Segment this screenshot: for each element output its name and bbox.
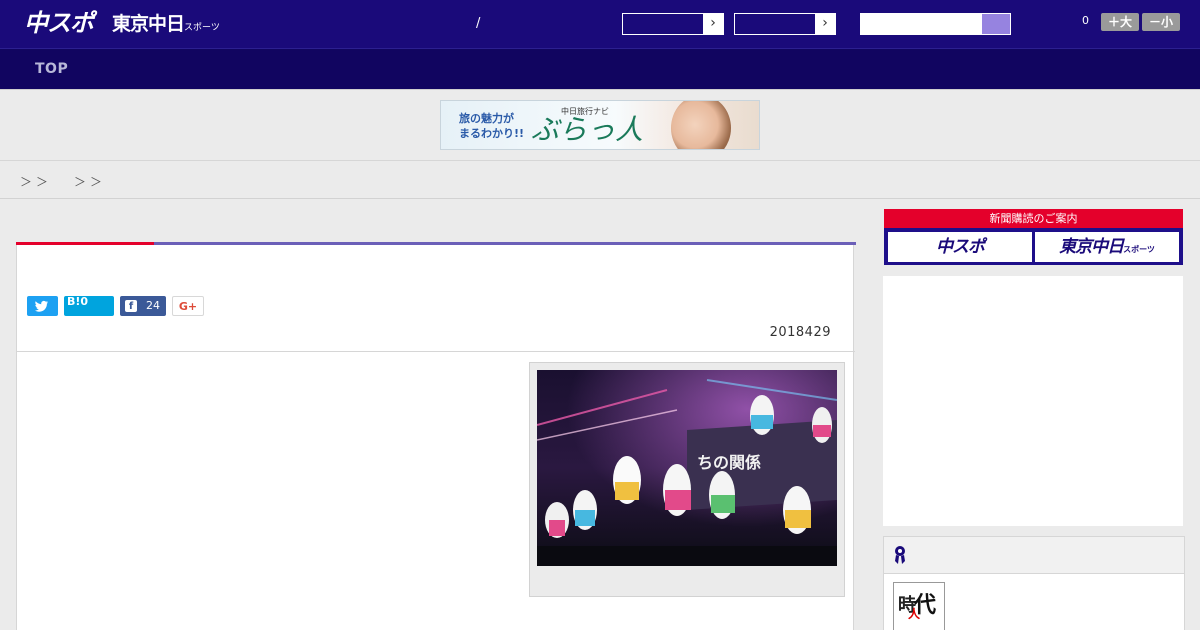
facebook-f-icon: f	[125, 300, 137, 312]
header-count: 0	[1082, 14, 1089, 27]
burattobito-logo: ぶらっ人	[531, 113, 644, 146]
ranking-thumbnail[interactable]: 時 代 人	[893, 582, 945, 630]
twitter-share-button[interactable]	[27, 296, 58, 316]
concert-stage-image: ちの関係	[537, 370, 837, 566]
tokyo-logo-sub: スポーツ	[184, 23, 220, 33]
category-select-2[interactable]: ›	[734, 13, 836, 35]
ranking-header	[884, 537, 1184, 574]
site-search	[860, 13, 1011, 35]
global-nav: TOP	[0, 48, 1200, 89]
search-input[interactable]	[861, 14, 983, 34]
facebook-share-button[interactable]: f 24	[120, 296, 166, 316]
hatena-bookmark-button[interactable]: B!0	[64, 295, 114, 316]
subscribe-chunichi-sports-button[interactable]: 中スポ	[888, 232, 1032, 262]
breadcrumb-separator: ＞＞	[20, 175, 53, 189]
ribbon-badge-icon	[895, 546, 905, 564]
site-header: 中スポ 東京中日スポーツ / › › 0 ＋大 －小	[0, 0, 1200, 48]
chevron-right-icon: ›	[703, 14, 723, 34]
chunichi-sports-logo[interactable]: 中スポ	[24, 8, 94, 38]
nav-item-top[interactable]: TOP	[35, 61, 68, 77]
category-select-1[interactable]: ›	[622, 13, 724, 35]
hatena-count: B!0	[67, 295, 89, 308]
tokyo-logo-main: 東京中日	[112, 13, 185, 35]
article-photo-frame: ちの関係	[529, 362, 845, 597]
article-photo[interactable]: ちの関係	[537, 370, 837, 566]
font-size-large-button[interactable]: ＋大	[1101, 13, 1139, 31]
search-button[interactable]	[982, 14, 1010, 34]
subscription-box: 新聞購読のご案内 中スポ 東京中日スポーツ	[884, 209, 1183, 265]
breadcrumb: ＞＞ ＞＞	[0, 161, 1200, 199]
travel-navi-banner[interactable]: 旅の魅力が まるわかり!! 中日旅行ナビ ぶらっ人	[440, 100, 760, 150]
subscribe-tokyo-chunichi-button[interactable]: 東京中日スポーツ	[1035, 232, 1179, 262]
sidebar-ad[interactable]	[883, 276, 1183, 526]
tokyo-chunichi-sports-logo[interactable]: 東京中日スポーツ	[112, 11, 220, 39]
twitter-bird-icon	[35, 300, 48, 312]
ranking-box: 時 代 人	[883, 536, 1185, 630]
facebook-share-count: 24	[146, 299, 160, 312]
header-separator: /	[476, 16, 481, 31]
chevron-right-icon: ›	[815, 14, 835, 34]
font-size-small-button[interactable]: －小	[1142, 13, 1180, 31]
banner-line-2: まるわかり!!	[459, 127, 525, 140]
breadcrumb-separator: ＞＞	[74, 175, 107, 189]
article-accent-purple	[154, 242, 856, 245]
subscription-heading: 新聞購読のご案内	[884, 209, 1183, 228]
thumb-char-3: 人	[908, 607, 921, 621]
screen-caption: ちの関係	[697, 453, 761, 472]
article-accent-red	[16, 242, 154, 245]
sub-btn2-main: 東京中日	[1059, 237, 1124, 257]
article-card: B!0 f 24 G+ 2018429 ちの関係	[16, 242, 856, 630]
banner-area: 旅の魅力が まるわかり!! 中日旅行ナビ ぶらっ人	[0, 89, 1200, 161]
sub-btn2-sub: スポーツ	[1123, 245, 1155, 254]
google-plus-share-button[interactable]: G+	[172, 296, 204, 316]
article-date: 2018429	[769, 325, 831, 340]
banner-line-1: 旅の魅力が	[459, 112, 514, 125]
banner-model-image	[671, 101, 731, 149]
banner-copy: 旅の魅力が まるわかり!!	[459, 111, 524, 141]
article-divider	[17, 351, 855, 352]
